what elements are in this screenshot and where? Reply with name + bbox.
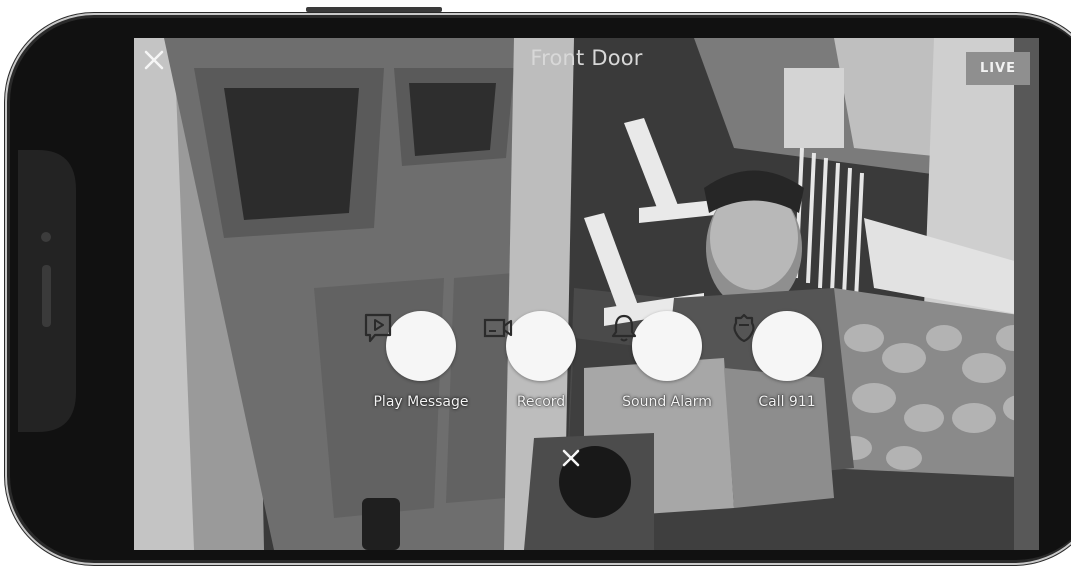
sound-alarm-button[interactable]: Sound Alarm <box>607 311 727 410</box>
action-label: Sound Alarm <box>622 394 712 410</box>
camera-icon <box>41 232 51 242</box>
action-label: Record <box>516 394 566 410</box>
dismiss-button[interactable] <box>559 446 631 518</box>
close-icon <box>562 449 580 467</box>
call-911-button[interactable]: Call 911 <box>727 311 847 410</box>
live-badge: LIVE <box>966 52 1030 85</box>
bell-icon <box>611 314 637 342</box>
speaker-grille <box>42 265 51 327</box>
action-circle[interactable] <box>611 311 702 381</box>
action-circle[interactable] <box>364 311 456 381</box>
phone-frame: Front Door LIVE Play Message Record Soun… <box>0 0 1071 577</box>
police-badge-icon <box>733 313 755 343</box>
play-message-button[interactable]: Play Message <box>361 311 481 410</box>
camera-live-view: Front Door LIVE Play Message Record Soun… <box>134 38 1039 550</box>
action-circle[interactable] <box>483 311 576 381</box>
action-label: Play Message <box>373 394 469 410</box>
camera-title: Front Door <box>530 46 643 70</box>
action-label: Call 911 <box>758 394 816 410</box>
play-message-icon <box>364 313 392 343</box>
video-camera-icon <box>483 318 513 338</box>
action-circle[interactable] <box>733 311 822 381</box>
record-button[interactable]: Record <box>481 311 601 410</box>
